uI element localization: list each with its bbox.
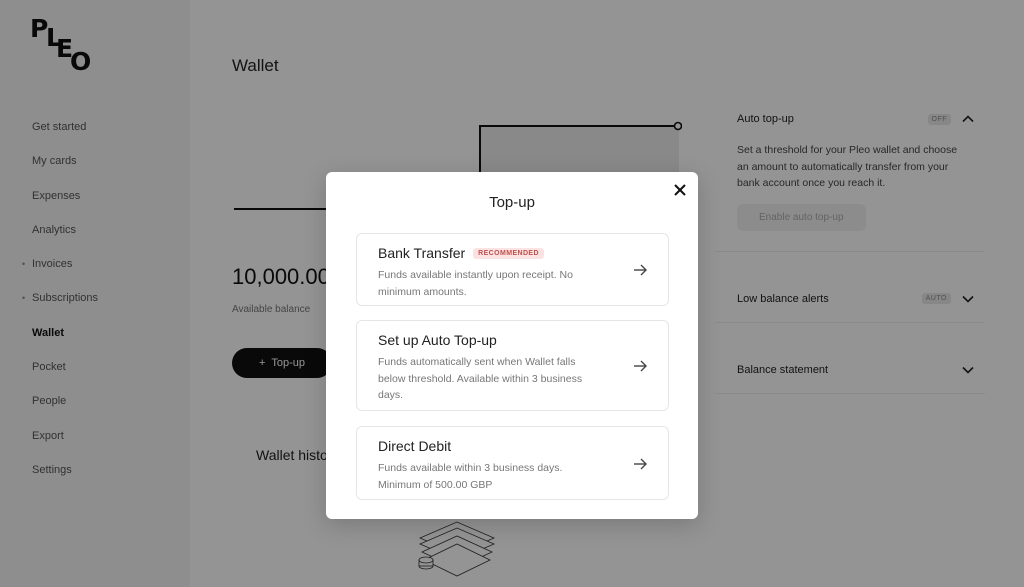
- option-description: Funds automatically sent when Wallet fal…: [378, 356, 583, 401]
- option-direct-debit[interactable]: Direct Debit Funds available within 3 bu…: [356, 426, 669, 500]
- arrow-right-icon: [634, 264, 647, 276]
- option-title: Direct Debit: [378, 438, 451, 454]
- option-bank-transfer[interactable]: Bank Transfer RECOMMENDED Funds availabl…: [356, 233, 669, 306]
- option-title: Bank Transfer RECOMMENDED: [378, 245, 544, 261]
- option-auto-topup[interactable]: Set up Auto Top-up Funds automatically s…: [356, 320, 669, 411]
- option-title-text: Set up Auto Top-up: [378, 332, 497, 348]
- arrow-right-icon: [634, 458, 647, 470]
- option-description: Funds available within 3 business days. …: [378, 462, 563, 491]
- top-up-modal: Top-up Bank Transfer RECOMMENDED Funds a…: [326, 172, 698, 519]
- arrow-right-icon: [634, 360, 647, 372]
- option-title: Set up Auto Top-up: [378, 332, 497, 348]
- recommended-badge: RECOMMENDED: [473, 247, 544, 259]
- close-icon[interactable]: [672, 182, 688, 198]
- option-title-text: Bank Transfer: [378, 245, 466, 261]
- option-title-text: Direct Debit: [378, 438, 452, 454]
- option-description: Funds available instantly upon receipt. …: [378, 269, 573, 298]
- modal-title: Top-up: [489, 194, 535, 211]
